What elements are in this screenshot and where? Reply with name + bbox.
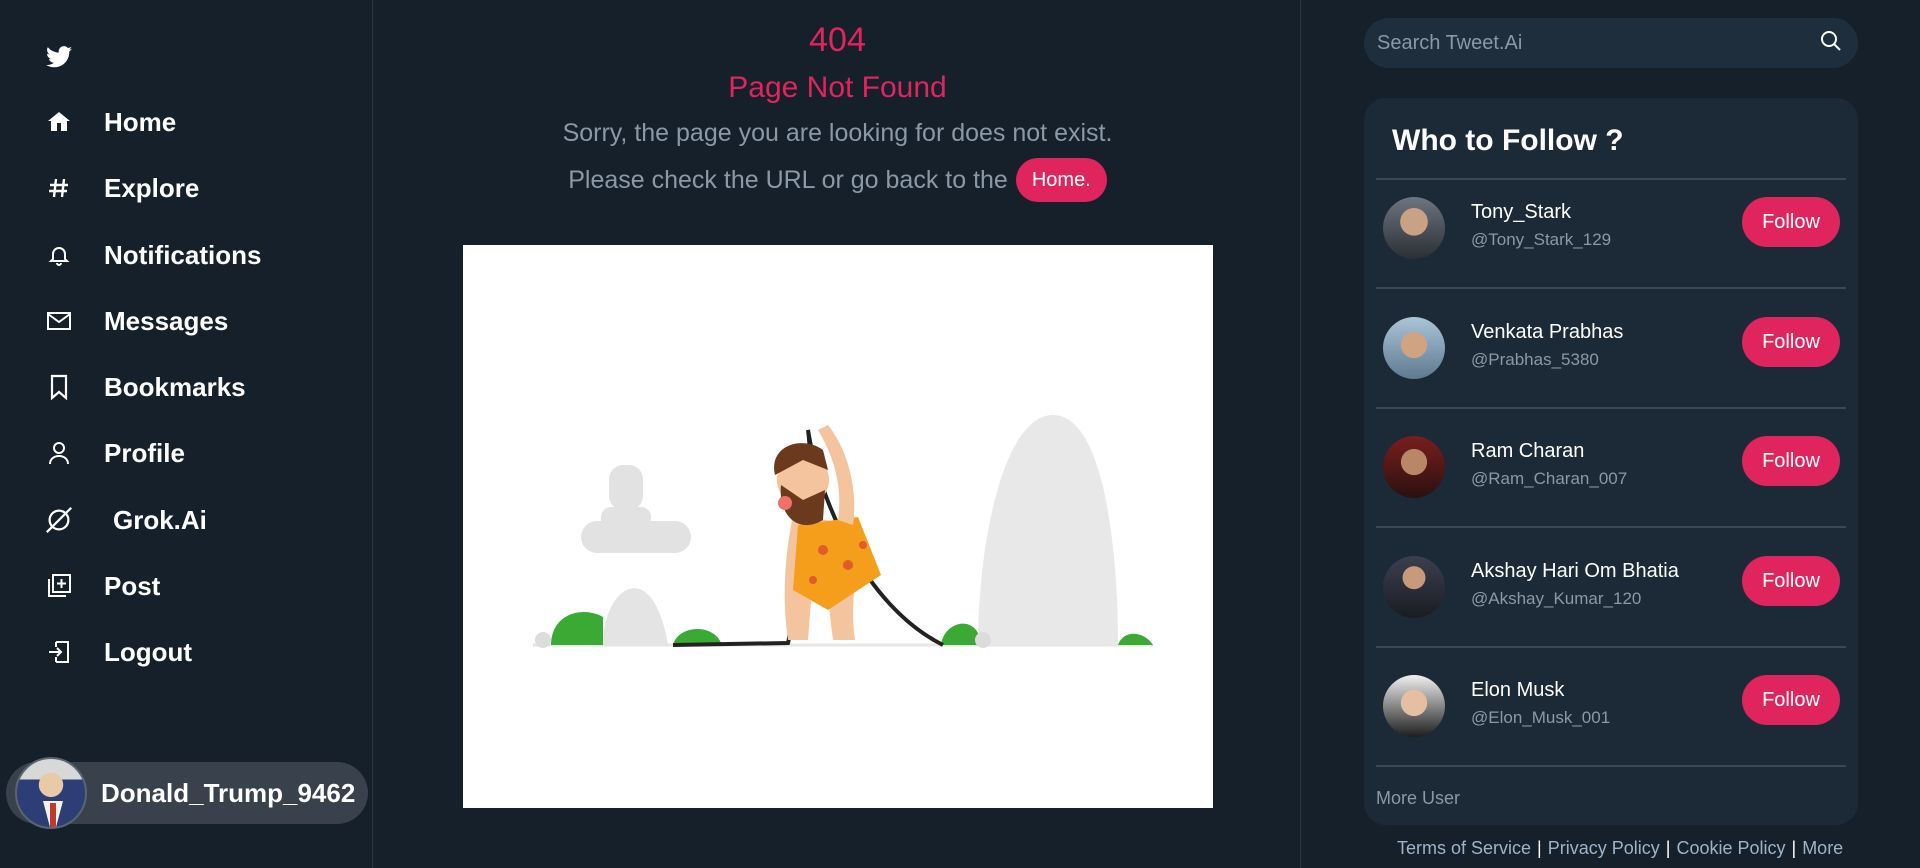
avatar: [1383, 436, 1445, 498]
bell-icon: [44, 240, 74, 270]
sidebar-item-label: Bookmarks: [104, 371, 246, 402]
who-to-follow-panel: Who to Follow ? Tony_Stark @Tony_Stark_1…: [1364, 98, 1858, 825]
search-bar: [1364, 18, 1858, 68]
avatar: [1383, 317, 1445, 379]
avatar: [15, 757, 87, 829]
hashtag-icon: [44, 173, 74, 203]
follow-user-row: Venkata Prabhas @Prabhas_5380 Follow: [1364, 300, 1858, 400]
user-handle: @Tony_Stark_129: [1471, 230, 1612, 249]
current-user-name: Donald_Trump_9462: [101, 777, 356, 808]
user-name: Akshay Hari Om Bhatia: [1471, 560, 1679, 582]
sidebar-item-label: Home: [104, 106, 177, 137]
divider: [1376, 765, 1846, 767]
avatar-tie-shape: [50, 803, 56, 827]
sidebar-item-grok[interactable]: Grok.Ai: [44, 498, 207, 542]
home-button[interactable]: Home.: [1015, 158, 1107, 202]
sidebar-item-explore[interactable]: Explore: [44, 166, 199, 210]
separator: |: [1537, 838, 1542, 858]
privacy-link[interactable]: Privacy Policy: [1548, 838, 1660, 858]
home-icon: [44, 107, 74, 137]
sidebar-item-logout[interactable]: Logout: [44, 630, 192, 674]
separator: |: [1791, 838, 1797, 858]
sidebar: Home Explore Notifications Messages Book…: [0, 0, 373, 868]
add-post-icon: [44, 571, 74, 601]
sidebar-item-notifications[interactable]: Notifications: [44, 233, 261, 277]
follow-user-row: Tony_Stark @Tony_Stark_129 Follow: [1364, 180, 1858, 280]
follow-button[interactable]: Follow: [1742, 556, 1840, 606]
sidebar-item-label: Logout: [104, 636, 193, 667]
sidebar-item-label: Messages: [104, 305, 229, 336]
logout-icon: [44, 637, 74, 667]
avatar: [1383, 197, 1445, 259]
divider: [1376, 526, 1846, 528]
more-user-link[interactable]: More User: [1376, 788, 1460, 809]
user-name: Ram Charan: [1471, 440, 1585, 462]
sidebar-item-label: Notifications: [104, 239, 262, 270]
user-handle: @Elon_Musk_001: [1471, 708, 1611, 727]
sidebar-item-label: Post: [104, 570, 161, 601]
follow-button[interactable]: Follow: [1742, 317, 1840, 367]
sidebar-item-bookmarks[interactable]: Bookmarks: [44, 365, 246, 409]
user-handle: @Akshay_Kumar_120: [1471, 589, 1642, 608]
error-message: Sorry, the page you are looking for does…: [562, 119, 1113, 147]
grok-icon: [44, 505, 74, 535]
user-icon: [44, 438, 74, 468]
divider: [1376, 287, 1846, 289]
sidebar-item-label: Profile: [104, 437, 185, 468]
follow-button[interactable]: Follow: [1742, 436, 1840, 486]
sidebar-item-home[interactable]: Home: [44, 100, 176, 144]
divider: [1376, 407, 1846, 409]
avatar: [1383, 675, 1445, 737]
avatar: [1383, 556, 1445, 618]
more-link[interactable]: More: [1802, 838, 1843, 858]
current-user-chip[interactable]: Donald_Trump_9462: [6, 757, 368, 829]
user-name: Elon Musk: [1471, 679, 1565, 701]
follow-user-row: Akshay Hari Om Bhatia @Akshay_Kumar_120 …: [1364, 539, 1858, 639]
sidebar-item-label: Grok.Ai: [113, 504, 207, 535]
sidebar-item-post[interactable]: Post: [44, 564, 160, 608]
user-name: Venkata Prabhas: [1471, 321, 1624, 343]
mail-icon: [44, 306, 74, 336]
404-illustration: [463, 245, 1213, 808]
follow-user-row: Elon Musk @Elon_Musk_001 Follow: [1364, 658, 1858, 758]
follow-button[interactable]: Follow: [1742, 197, 1840, 247]
user-name: Tony_Stark: [1471, 201, 1572, 223]
terms-link[interactable]: Terms of Service: [1397, 838, 1531, 858]
user-handle: @Prabhas_5380: [1471, 350, 1599, 369]
separator: |: [1665, 838, 1671, 858]
right-column: Who to Follow ? Tony_Stark @Tony_Stark_1…: [1302, 0, 1920, 868]
user-handle: @Ram_Charan_007: [1471, 469, 1628, 488]
error-hint: Please check the URL or go back to the H…: [374, 158, 1301, 202]
panel-title: Who to Follow ?: [1392, 124, 1624, 157]
error-code: 404: [809, 21, 866, 59]
follow-user-row: Ram Charan @Ram_Charan_007 Follow: [1364, 419, 1858, 519]
page-title: Page Not Found: [728, 71, 947, 104]
sidebar-item-messages[interactable]: Messages: [44, 299, 228, 343]
search-icon[interactable]: [1820, 30, 1842, 57]
sidebar-item-profile[interactable]: Profile: [44, 431, 185, 475]
cookie-link[interactable]: Cookie Policy: [1676, 838, 1785, 858]
twitter-logo-icon[interactable]: [46, 46, 74, 70]
footer-links: Terms of Service | Privacy Policy | Cookie P…: [1397, 838, 1843, 859]
error-hint-text: Please check the URL or go back to the: [568, 165, 1008, 194]
divider: [1376, 646, 1846, 648]
bookmark-icon: [44, 372, 74, 402]
search-input[interactable]: [1375, 30, 1799, 56]
follow-button[interactable]: Follow: [1742, 675, 1840, 725]
main-content: 404 Page Not Found Sorry, the page you a…: [374, 0, 1301, 868]
sidebar-item-label: Explore: [104, 172, 200, 203]
